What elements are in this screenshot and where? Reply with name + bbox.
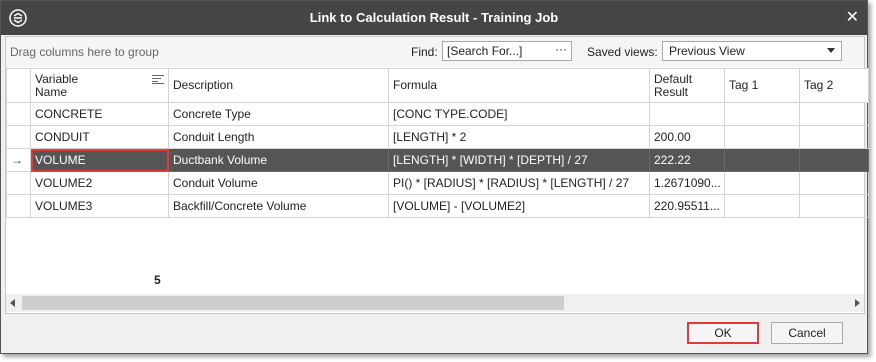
cell-formula[interactable]: [VOLUME] - [VOLUME2] (388, 194, 650, 218)
row-indicator-header (6, 68, 31, 103)
saved-views-value: Previous View (669, 44, 745, 58)
find-input[interactable]: [Search For...] ··· (442, 41, 572, 61)
column-header-tag-2[interactable]: Tag 2 (799, 68, 869, 103)
window-title: Link to Calculation Result - Training Jo… (309, 10, 559, 25)
current-row-arrow-icon[interactable]: → (6, 148, 31, 172)
cell-formula[interactable]: [LENGTH] * 2 (388, 125, 650, 149)
header-label-line1: Variable (35, 71, 79, 86)
cell-description[interactable]: Ductbank Volume (168, 148, 389, 172)
row-indicator[interactable] (6, 171, 31, 195)
cell-formula[interactable]: [CONC TYPE.CODE] (388, 102, 650, 126)
column-header-tag-1[interactable]: Tag 1 (724, 68, 800, 103)
cell-default-result[interactable]: 220.95511... (649, 194, 725, 218)
cell-tag-2[interactable] (799, 148, 869, 172)
cell-default-result[interactable]: 222.22 (649, 148, 725, 172)
table-row[interactable]: CONDUIT Conduit Length [LENGTH] * 2 200.… (6, 125, 869, 149)
row-indicator[interactable] (6, 194, 31, 218)
column-header-formula[interactable]: Formula (388, 68, 650, 103)
close-icon[interactable]: ✕ (846, 1, 859, 35)
cell-tag-2[interactable] (799, 125, 869, 149)
cell-variable-name[interactable]: CONDUIT (30, 125, 169, 149)
cell-description[interactable]: Conduit Volume (168, 171, 389, 195)
cell-description[interactable]: Conduit Length (168, 125, 389, 149)
saved-views-label: Saved views: (587, 45, 658, 59)
table-row-selected[interactable]: → VOLUME Ductbank Volume [LENGTH] * [WID… (6, 148, 869, 172)
header-row: Variable Name Description Formula Defaul… (6, 68, 869, 103)
results-grid: Variable Name Description Formula Defaul… (6, 68, 869, 218)
cell-default-result[interactable]: 1.2671090... (649, 171, 725, 195)
header-label: Description (173, 78, 234, 92)
header-label: Formula (393, 78, 438, 92)
cell-tag-2[interactable] (799, 171, 869, 195)
cell-default-result[interactable] (649, 102, 725, 126)
find-label: Find: (411, 45, 438, 59)
row-indicator[interactable] (6, 125, 31, 149)
group-panel[interactable]: Drag columns here to group Find: [Search… (6, 37, 864, 67)
cell-tag-2[interactable] (799, 194, 869, 218)
column-header-default-result[interactable]: Default Result (649, 68, 725, 103)
table-row[interactable]: CONCRETE Concrete Type [CONC TYPE.CODE] (6, 102, 869, 126)
grid-panel: Drag columns here to group Find: [Search… (5, 36, 869, 314)
cell-variable-name[interactable]: CONCRETE (30, 102, 169, 126)
table-row[interactable]: VOLUME3 Backfill/Concrete Volume [VOLUME… (6, 194, 869, 218)
cell-tag-1[interactable] (724, 125, 800, 149)
group-hint: Drag columns here to group (10, 45, 159, 59)
cell-tag-1[interactable] (724, 102, 800, 126)
header-label-line2: Name (35, 84, 68, 99)
cell-tag-1[interactable] (724, 194, 800, 218)
title-bar: Link to Calculation Result - Training Jo… (1, 1, 867, 35)
find-input-value: [Search For...] (447, 44, 523, 58)
scrollbar-thumb[interactable] (22, 296, 564, 310)
horizontal-scrollbar[interactable] (6, 294, 864, 312)
row-count: 5 (154, 273, 161, 287)
cell-default-result[interactable]: 200.00 (649, 125, 725, 149)
header-label-line2: Result (654, 84, 689, 99)
dialog-window: Link to Calculation Result - Training Jo… (0, 0, 869, 354)
header-label-line1: Default (654, 71, 693, 86)
cell-formula[interactable]: PI() * [RADIUS] * [RADIUS] * [LENGTH] / … (388, 171, 650, 195)
scroll-right-icon[interactable] (855, 299, 860, 307)
table-row[interactable]: VOLUME2 Conduit Volume PI() * [RADIUS] *… (6, 171, 869, 195)
cell-formula[interactable]: [LENGTH] * [WIDTH] * [DEPTH] / 27 (388, 148, 650, 172)
column-header-description[interactable]: Description (168, 68, 389, 103)
header-label: Tag 1 (729, 78, 759, 92)
cell-description[interactable]: Concrete Type (168, 102, 389, 126)
sort-icon[interactable] (152, 74, 164, 84)
row-indicator[interactable] (6, 102, 31, 126)
scroll-left-icon[interactable] (10, 299, 15, 307)
ok-button[interactable]: OK (687, 322, 759, 344)
chevron-down-icon[interactable] (827, 48, 835, 53)
saved-views-dropdown[interactable]: Previous View (662, 41, 842, 61)
column-header-variable-name[interactable]: Variable Name (30, 68, 169, 103)
cell-tag-1[interactable] (724, 171, 800, 195)
cancel-button[interactable]: Cancel (771, 322, 843, 344)
cell-variable-name[interactable]: VOLUME (30, 148, 169, 172)
cell-tag-1[interactable] (724, 148, 800, 172)
cell-variable-name[interactable]: VOLUME2 (30, 171, 169, 195)
find-options-button[interactable]: ··· (555, 42, 567, 56)
header-label: Tag 2 (804, 78, 834, 92)
cell-tag-2[interactable] (799, 102, 869, 126)
cell-description[interactable]: Backfill/Concrete Volume (168, 194, 389, 218)
cell-variable-name[interactable]: VOLUME3 (30, 194, 169, 218)
